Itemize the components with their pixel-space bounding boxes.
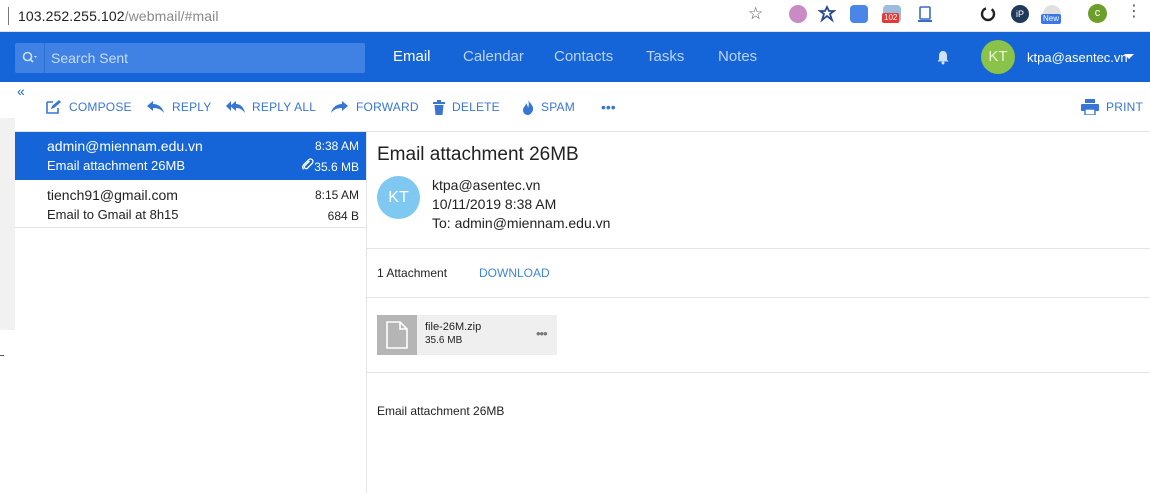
list-item[interactable]: admin@miennam.edu.vn Email attachment 26…	[15, 132, 366, 180]
flame-icon	[523, 99, 534, 115]
extension-puzzle-icon[interactable]	[817, 4, 837, 23]
chevron-down-icon[interactable]	[1124, 54, 1134, 59]
search-bar[interactable]	[15, 43, 365, 73]
download-link[interactable]: DOWNLOAD	[479, 266, 550, 280]
print-label: PRINT	[1106, 100, 1143, 114]
address-bar[interactable]: 103.252.255.102/webmail/#mail	[18, 8, 219, 24]
attachment-more-icon[interactable]: •••	[536, 326, 548, 341]
reply-all-button[interactable]: REPLY ALL	[226, 98, 316, 116]
body-divider	[367, 372, 1150, 373]
bell-icon[interactable]	[936, 50, 950, 70]
ip-extension-icon[interactable]: iP	[1011, 5, 1029, 23]
message-time: 8:15 AM	[314, 188, 359, 202]
pane-divider[interactable]	[366, 131, 367, 493]
browser-toolbar: 103.252.255.102/webmail/#mail ☆ 102 iP N…	[0, 0, 1150, 32]
search-input[interactable]	[45, 50, 345, 66]
printer-icon	[1081, 99, 1099, 115]
message-time: 8:38 AM	[314, 139, 359, 153]
file-icon	[377, 315, 417, 355]
translate-icon[interactable]	[850, 5, 868, 23]
user-avatar[interactable]: KT	[981, 40, 1015, 74]
reading-subject: Email attachment 26MB	[377, 144, 579, 165]
compose-button[interactable]: COMPOSE	[45, 98, 132, 116]
attachment-filename: file-26M.zip	[425, 321, 482, 333]
sender-email[interactable]: ktpa@asentec.vn	[432, 177, 540, 193]
message-sender: admin@miennam.edu.vn	[47, 138, 203, 154]
forward-button[interactable]: FORWARD	[330, 98, 419, 116]
tab-contacts[interactable]: Contacts	[554, 48, 613, 65]
trash-icon	[433, 99, 445, 115]
message-sender: tiench91@gmail.com	[47, 187, 178, 203]
more-actions-icon[interactable]: •••	[601, 98, 616, 116]
attachment-divider	[367, 297, 1150, 298]
shield-extension-icon[interactable]	[916, 5, 934, 23]
extension-badge-count: 102	[882, 13, 900, 23]
delete-button[interactable]: DELETE	[433, 98, 500, 116]
url-path: /webmail/#mail	[124, 7, 219, 24]
collapse-sidebar-icon[interactable]: «	[17, 84, 25, 98]
attachment-card[interactable]: file-26M.zip 35.6 MB •••	[377, 315, 557, 355]
reply-all-label: REPLY ALL	[252, 100, 317, 114]
recipient-line: To: admin@miennam.edu.vn	[432, 215, 611, 231]
delete-label: DELETE	[452, 100, 500, 114]
forward-icon	[331, 101, 348, 113]
print-button[interactable]: PRINT	[1081, 98, 1143, 116]
search-icon[interactable]	[15, 43, 45, 73]
browser-menu-icon[interactable]: ⋮	[1126, 4, 1142, 20]
reply-label: REPLY	[172, 100, 212, 114]
url-host: 103.252.255.102	[18, 7, 125, 24]
tab-email[interactable]: Email	[393, 48, 431, 65]
list-item[interactable]: tiench91@gmail.com Email to Gmail at 8h1…	[15, 181, 366, 229]
left-sidebar-strip	[0, 82, 15, 493]
tab-calendar[interactable]: Calendar	[463, 48, 524, 65]
compose-label: COMPOSE	[69, 100, 132, 114]
message-subject: Email to Gmail at 8h15	[47, 207, 179, 222]
chrome-extension-icon[interactable]: New	[1041, 5, 1062, 24]
sidebar-resize-mark[interactable]	[0, 355, 4, 356]
reply-button[interactable]: REPLY	[146, 98, 211, 116]
list-row-divider	[15, 227, 366, 228]
spam-label: SPAM	[541, 100, 575, 114]
tab-tasks[interactable]: Tasks	[646, 48, 684, 65]
spam-button[interactable]: SPAM	[522, 98, 575, 116]
message-size: 684 B	[327, 209, 359, 223]
message-body: Email attachment 26MB	[377, 404, 505, 418]
user-email[interactable]: ktpa@asentec.vn	[1027, 50, 1128, 65]
message-subject: Email attachment 26MB	[47, 158, 186, 173]
message-size: 35.6 MB	[314, 160, 359, 174]
reply-icon	[147, 101, 164, 113]
bookmark-star-icon[interactable]: ☆	[748, 4, 763, 24]
message-datetime: 10/11/2019 8:38 AM	[432, 196, 557, 212]
sidebar-collapsed-band	[0, 118, 15, 330]
forward-label: FORWARD	[356, 100, 419, 114]
sync-icon[interactable]	[979, 5, 997, 23]
attachment-count: 1 Attachment	[377, 266, 448, 280]
tab-notes[interactable]: Notes	[718, 48, 757, 65]
attachment-size: 35.6 MB	[425, 335, 463, 346]
sender-avatar: KT	[377, 176, 420, 219]
header-divider	[367, 248, 1150, 249]
paperclip-icon	[301, 158, 314, 176]
extension-new-badge: New	[1041, 14, 1062, 24]
browser-profile-avatar[interactable]: c	[1088, 4, 1107, 23]
url-separator	[8, 6, 9, 25]
extension-icon[interactable]	[789, 5, 807, 23]
reply-all-icon	[226, 101, 245, 113]
mail-extension-icon[interactable]: 102	[882, 5, 901, 23]
compose-icon	[46, 100, 61, 114]
app-header: Email Calendar Contacts Tasks Notes KT k…	[0, 32, 1150, 82]
